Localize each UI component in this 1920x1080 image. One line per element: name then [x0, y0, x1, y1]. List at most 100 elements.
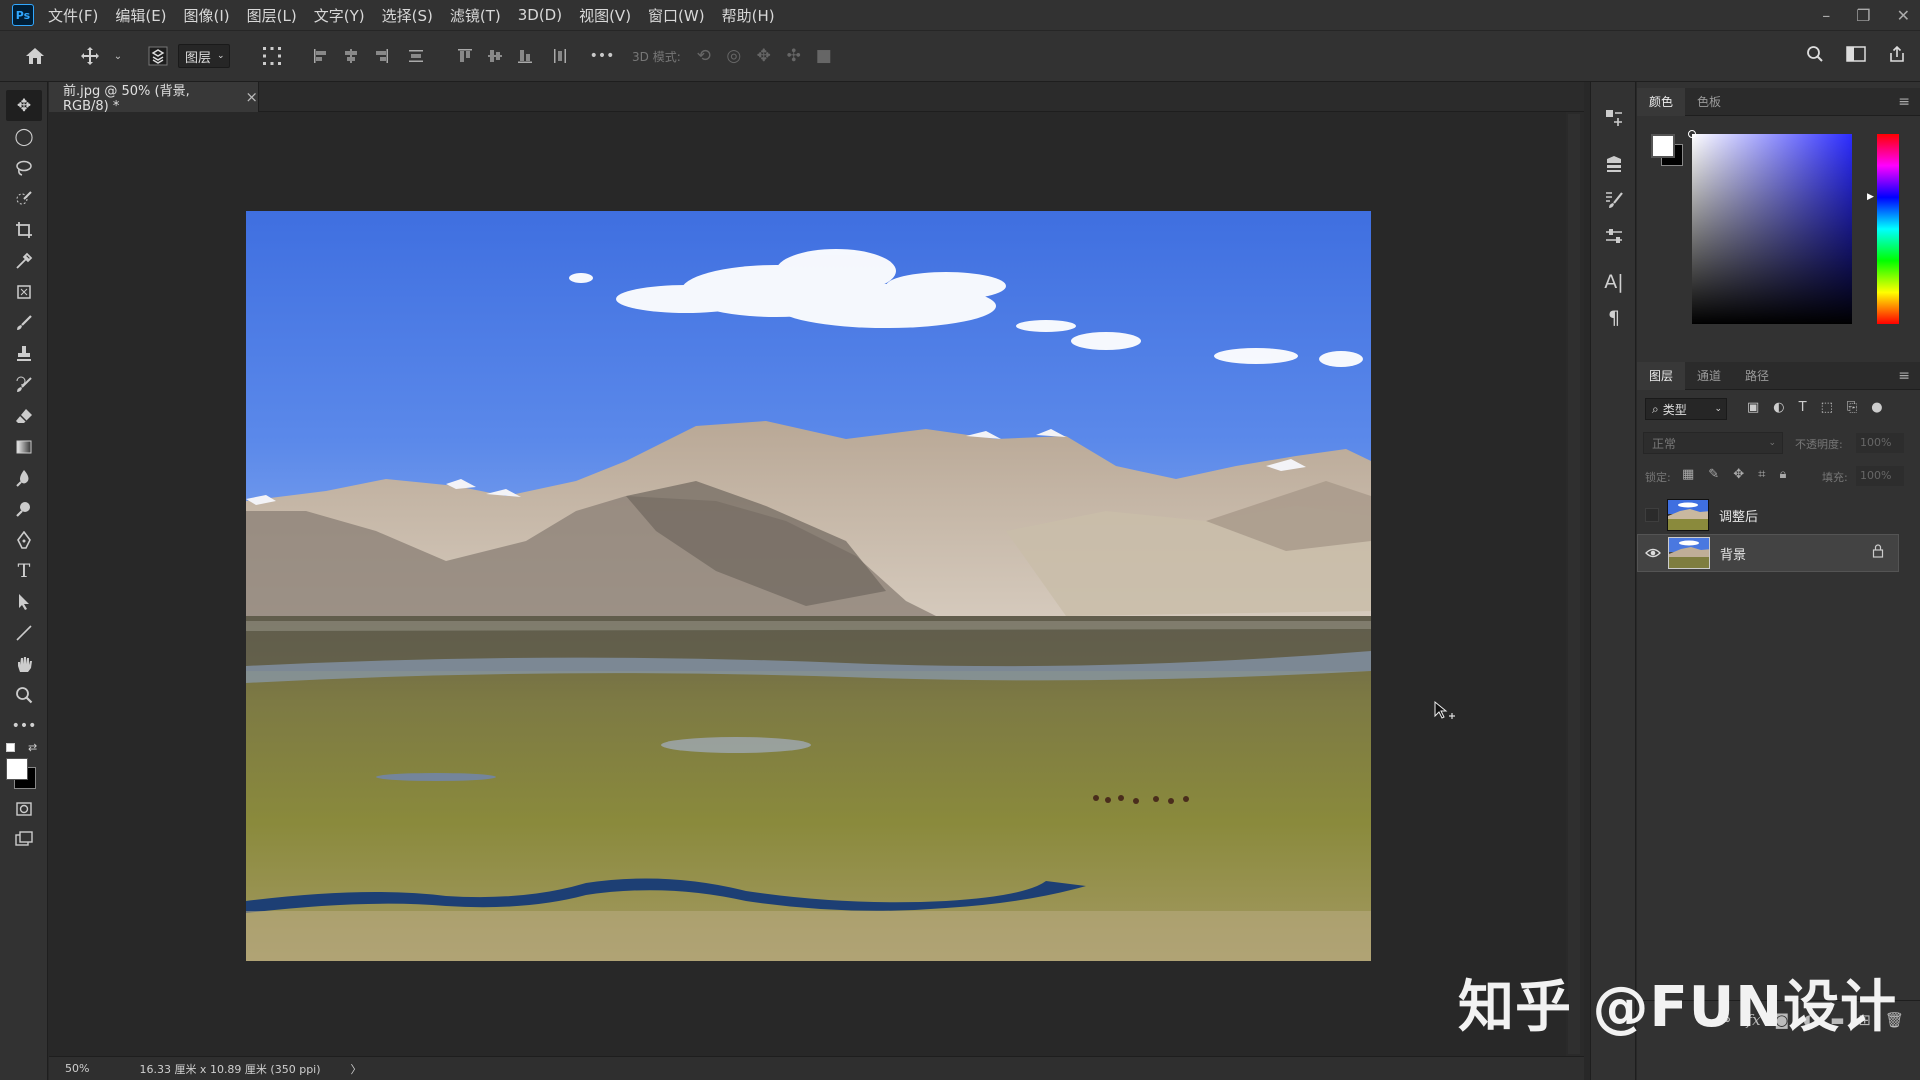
close-tab-icon[interactable]: × — [245, 88, 258, 106]
layer-filter-dropdown[interactable]: ⌕ 类型 ⌄ — [1645, 398, 1727, 420]
scrollbar-thumb[interactable] — [1568, 114, 1580, 1054]
type-tool-icon[interactable]: T — [0, 555, 48, 586]
align-top-icon[interactable] — [450, 42, 480, 70]
home-icon[interactable] — [0, 42, 70, 70]
lock-transparent-icon[interactable]: ▦ — [1682, 467, 1694, 482]
menu-image[interactable]: 图像(I) — [184, 5, 230, 26]
opacity-input[interactable]: 100% — [1856, 433, 1904, 453]
eyedropper-tool-icon[interactable] — [0, 245, 48, 276]
default-colors-icon[interactable] — [6, 743, 15, 752]
layer-row[interactable]: 调整后 — [1637, 496, 1899, 534]
hand-tool-icon[interactable] — [0, 648, 48, 679]
panel-menu-icon[interactable]: ≡ — [1898, 368, 1910, 384]
color-panel-fg-swatch[interactable] — [1651, 134, 1675, 158]
auto-select-icon[interactable] — [138, 42, 178, 70]
auto-select-target-dropdown[interactable]: 图层 ⌄ — [178, 44, 230, 68]
path-selection-tool-icon[interactable] — [0, 586, 48, 617]
move-tool-icon[interactable] — [70, 42, 110, 70]
layer-row-selected[interactable]: 背景 — [1637, 534, 1899, 572]
chevron-down-icon[interactable]: ⌄ — [110, 42, 126, 70]
menu-layer[interactable]: 图层(L) — [247, 5, 297, 26]
hue-slider[interactable] — [1877, 134, 1899, 324]
align-right-icon[interactable] — [366, 42, 396, 70]
transform-controls-icon[interactable] — [250, 42, 294, 70]
crop-tool-icon[interactable] — [0, 214, 48, 245]
align-left-icon[interactable] — [306, 42, 336, 70]
dodge-tool-icon[interactable] — [0, 493, 48, 524]
panel-menu-icon[interactable]: ≡ — [1898, 94, 1910, 110]
restore-button[interactable]: ❐ — [1856, 6, 1870, 25]
blend-mode-dropdown[interactable]: 正常 ⌄ — [1643, 432, 1783, 454]
3d-roll-icon[interactable]: ◎ — [719, 42, 749, 70]
history-brush-tool-icon[interactable] — [0, 369, 48, 400]
zoom-level[interactable]: 50% — [65, 1062, 89, 1075]
align-vertical-center-icon[interactable] — [480, 42, 510, 70]
elliptical-marquee-tool-icon[interactable]: ◯ — [0, 121, 48, 152]
share-icon[interactable] — [1888, 45, 1906, 68]
align-horizontal-center-icon[interactable] — [336, 42, 366, 70]
workspace-icon[interactable] — [1846, 45, 1866, 67]
swap-colors-icon[interactable]: ⇄ — [28, 741, 37, 754]
3d-camera-icon[interactable]: ■ — [809, 42, 839, 70]
lock-all-icon[interactable]: 🔒︎ — [1779, 467, 1786, 482]
menu-filter[interactable]: 滤镜(T) — [450, 5, 501, 26]
pen-tool-icon[interactable] — [0, 524, 48, 555]
lock-icon[interactable] — [1872, 544, 1884, 562]
distribute-vertical-icon[interactable] — [396, 42, 436, 70]
eye-icon[interactable] — [1638, 547, 1668, 559]
clone-stamp-tool-icon[interactable] — [0, 338, 48, 369]
line-tool-icon[interactable] — [0, 617, 48, 648]
quick-mask-icon[interactable] — [0, 793, 48, 824]
close-window-button[interactable]: ✕ — [1897, 6, 1910, 25]
menu-3d[interactable]: 3D(D) — [518, 6, 562, 24]
smart-object-filter-icon[interactable]: ⎘ — [1847, 400, 1857, 415]
3d-panel-icon[interactable] — [1591, 146, 1637, 182]
menu-file[interactable]: 文件(F) — [48, 5, 98, 26]
lock-artboard-icon[interactable]: ⌗ — [1758, 467, 1765, 482]
move-tool-button[interactable]: ✥ — [6, 90, 42, 121]
hue-slider-handle-icon[interactable]: ▶ — [1867, 192, 1874, 202]
edit-toolbar-icon[interactable]: ••• — [0, 710, 48, 741]
status-menu-arrow[interactable]: 〉 — [351, 1061, 362, 1077]
shape-filter-icon[interactable]: ⬚ — [1821, 400, 1833, 415]
search-icon[interactable] — [1806, 45, 1824, 68]
character-panel-icon[interactable]: A| — [1591, 264, 1637, 300]
brush-tool-icon[interactable] — [0, 307, 48, 338]
eraser-tool-icon[interactable] — [0, 400, 48, 431]
menu-help[interactable]: 帮助(H) — [722, 5, 775, 26]
adjustments-panel-icon[interactable] — [1591, 218, 1637, 254]
tab-channels[interactable]: 通道 — [1685, 362, 1733, 390]
more-options-button[interactable]: ••• — [580, 42, 624, 70]
paragraph-panel-icon[interactable]: ¶ — [1591, 300, 1637, 336]
screen-mode-icon[interactable] — [0, 824, 48, 855]
menu-view[interactable]: 视图(V) — [579, 5, 631, 26]
tab-paths[interactable]: 路径 — [1733, 362, 1781, 390]
3d-orbit-icon[interactable]: ⟲ — [689, 42, 719, 70]
filter-toggle-icon[interactable]: ● — [1871, 400, 1882, 415]
frame-tool-icon[interactable] — [0, 276, 48, 307]
blur-tool-icon[interactable] — [0, 462, 48, 493]
zoom-tool-icon[interactable] — [0, 679, 48, 710]
align-bottom-icon[interactable] — [510, 42, 540, 70]
adjustment-filter-icon[interactable]: ◐ — [1773, 400, 1784, 415]
pixel-filter-icon[interactable]: ▣ — [1747, 400, 1759, 415]
tab-layers[interactable]: 图层 — [1637, 361, 1686, 390]
quick-selection-tool-icon[interactable] — [0, 183, 48, 214]
menu-window[interactable]: 窗口(W) — [648, 5, 705, 26]
minimize-button[interactable]: – — [1822, 6, 1830, 25]
menu-type[interactable]: 文字(Y) — [314, 5, 365, 26]
type-filter-icon[interactable]: T — [1799, 400, 1807, 415]
document-tab[interactable]: 前.jpg @ 50% (背景, RGB/8) * × — [49, 82, 259, 114]
lasso-tool-icon[interactable] — [0, 152, 48, 183]
lock-position-icon[interactable]: ✥ — [1733, 467, 1744, 482]
tab-swatches[interactable]: 色板 — [1685, 88, 1733, 116]
color-field[interactable] — [1692, 134, 1852, 324]
document-image[interactable] — [246, 211, 1371, 961]
visibility-toggle-off[interactable] — [1637, 508, 1667, 522]
gradient-tool-icon[interactable] — [0, 431, 48, 462]
distribute-horizontal-icon[interactable] — [540, 42, 580, 70]
foreground-color-swatch[interactable] — [6, 758, 28, 780]
history-panel-icon[interactable] — [1591, 100, 1637, 136]
color-field-picker-icon[interactable] — [1688, 130, 1696, 138]
menu-select[interactable]: 选择(S) — [382, 5, 433, 26]
